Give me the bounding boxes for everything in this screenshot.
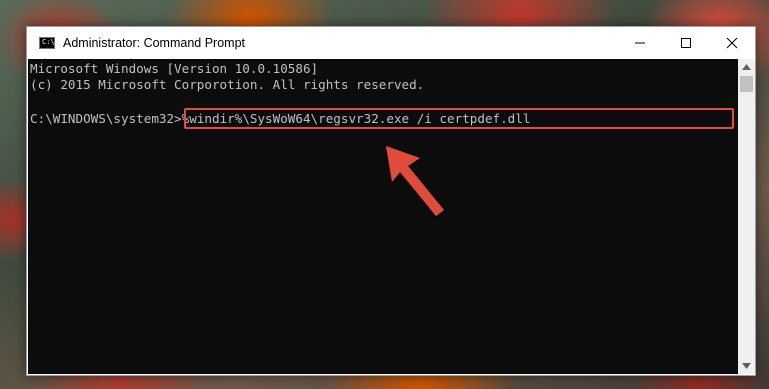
close-icon — [726, 37, 738, 49]
scroll-thumb[interactable] — [740, 76, 753, 92]
window-title: Administrator: Command Prompt — [63, 36, 246, 50]
maximize-icon — [681, 38, 691, 48]
command-highlight-box — [184, 108, 734, 129]
cmd-app-icon[interactable]: C:\ — [39, 37, 55, 49]
console-line: (c) 2015 Microsoft Corporotion. All righ… — [30, 77, 425, 92]
scroll-up-button[interactable] — [738, 59, 755, 75]
console-prompt: C:\WINDOWS\system32> — [30, 111, 182, 126]
minimize-icon — [635, 42, 645, 44]
scroll-down-button[interactable] — [738, 358, 755, 374]
title-bar[interactable]: C:\ Administrator: Command Prompt — [27, 27, 755, 59]
console-line: Microsoft Windows [Version 10.0.10586] — [30, 61, 319, 76]
maximize-button[interactable] — [663, 27, 709, 59]
vertical-scrollbar[interactable] — [738, 59, 755, 374]
window-controls — [617, 27, 755, 59]
close-button[interactable] — [709, 27, 755, 59]
minimize-button[interactable] — [617, 27, 663, 59]
scroll-down-icon — [742, 363, 751, 369]
scroll-up-icon — [742, 64, 751, 70]
arrow-pointing-up-left-icon — [386, 146, 444, 216]
cmd-app-icon-text: C:\ — [42, 38, 55, 46]
